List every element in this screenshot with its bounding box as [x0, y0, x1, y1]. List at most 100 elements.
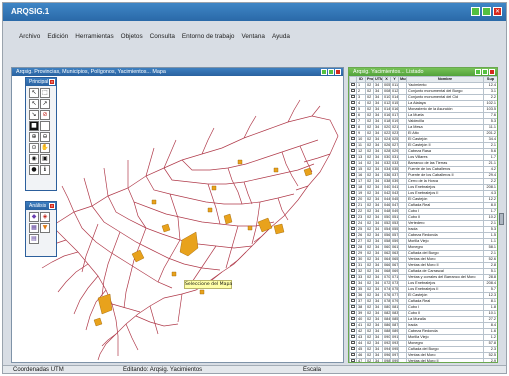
column-header[interactable]: UTM: [373, 76, 383, 83]
grid-icon[interactable]: ▦: [29, 223, 39, 233]
menu-edicion[interactable]: Edición: [47, 33, 68, 40]
row-checkbox[interactable]: [351, 341, 355, 344]
row-checkbox[interactable]: [351, 245, 355, 248]
table-cell: [398, 357, 407, 362]
layers-icon[interactable]: ◆: [29, 212, 39, 222]
menu-archivo[interactable]: Archivo: [19, 33, 40, 40]
row-checkbox[interactable]: [351, 137, 355, 140]
row-checkbox[interactable]: [351, 209, 355, 212]
row-checkbox[interactable]: [351, 347, 355, 350]
row-checkbox[interactable]: [351, 239, 355, 242]
table-close-button[interactable]: [489, 69, 495, 75]
pointer-edit-icon[interactable]: ↘: [29, 110, 39, 120]
row-checkbox[interactable]: [351, 323, 355, 326]
buffer-icon[interactable]: ◈: [40, 212, 50, 222]
analisis-palette-close-icon[interactable]: ×: [49, 203, 55, 209]
row-checkbox[interactable]: [351, 191, 355, 194]
row-checkbox[interactable]: [351, 227, 355, 230]
row-checkbox[interactable]: [351, 221, 355, 224]
zoom-out-icon[interactable]: ⊖: [40, 132, 50, 142]
row-checkbox[interactable]: [351, 107, 355, 110]
row-checkbox[interactable]: [351, 95, 355, 98]
minimize-button[interactable]: [471, 7, 480, 16]
map-canvas[interactable]: [12, 76, 343, 362]
arrow-select-icon[interactable]: ↖: [29, 88, 39, 98]
row-checkbox[interactable]: [351, 167, 355, 170]
row-checkbox[interactable]: [351, 83, 355, 86]
row-checkbox[interactable]: [351, 119, 355, 122]
row-checkbox[interactable]: [351, 353, 355, 356]
view-icon[interactable]: ▣: [40, 154, 50, 164]
principal-palette-title-bar[interactable]: Principal ×: [26, 78, 56, 86]
row-checkbox[interactable]: [351, 179, 355, 182]
close-button[interactable]: ✕: [493, 7, 502, 16]
row-checkbox[interactable]: [351, 161, 355, 164]
table-scrollbar-thumb[interactable]: [499, 213, 504, 225]
row-checkbox[interactable]: [351, 299, 355, 302]
black-square-icon[interactable]: ■: [29, 121, 39, 131]
table-cell: 094: [382, 345, 391, 353]
row-checkbox-cell[interactable]: [349, 357, 357, 362]
row-checkbox[interactable]: [351, 155, 355, 158]
menu-consulta[interactable]: Consulta: [150, 33, 175, 40]
zoom-extent-icon[interactable]: ⊙: [29, 143, 39, 153]
menu-ventana[interactable]: Ventana: [242, 33, 265, 40]
table-cell: 064: [382, 255, 391, 263]
row-checkbox[interactable]: [351, 257, 355, 260]
table-maximize-button[interactable]: [482, 69, 488, 75]
row-checkbox[interactable]: [351, 269, 355, 272]
row-checkbox[interactable]: [351, 197, 355, 200]
row-checkbox[interactable]: [351, 281, 355, 284]
column-header[interactable]: Prov: [365, 76, 374, 83]
row-checkbox[interactable]: [351, 233, 355, 236]
menu-entorno[interactable]: Entorno de trabajo: [182, 33, 235, 40]
row-checkbox[interactable]: [351, 185, 355, 188]
row-checkbox[interactable]: [351, 293, 355, 296]
pointer-info-icon[interactable]: ↖: [29, 99, 39, 109]
row-checkbox[interactable]: [351, 275, 355, 278]
maximize-button[interactable]: [482, 7, 491, 16]
row-checkbox[interactable]: [351, 335, 355, 338]
column-header[interactable]: Mun: [398, 76, 407, 83]
zoom-in-icon[interactable]: ⊕: [29, 132, 39, 142]
table-scroll-area[interactable]: IDProvUTMXYMunNombreSup 10234005011Yacim…: [349, 76, 497, 362]
target-icon[interactable]: ●: [29, 165, 39, 175]
row-checkbox[interactable]: [351, 125, 355, 128]
row-checkbox[interactable]: [351, 113, 355, 116]
info-icon[interactable]: ℹ: [40, 165, 50, 175]
row-checkbox[interactable]: [351, 143, 355, 146]
row-checkbox[interactable]: [351, 317, 355, 320]
map-minimize-button[interactable]: [321, 69, 327, 75]
row-checkbox[interactable]: [351, 173, 355, 176]
menu-objetos[interactable]: Objetos: [121, 33, 143, 40]
map-close-button[interactable]: [335, 69, 341, 75]
analisis-palette-title-bar[interactable]: Análisis ×: [26, 202, 56, 210]
area-select-icon[interactable]: ⬚: [40, 88, 50, 98]
list-icon[interactable]: ▤: [29, 234, 39, 244]
hand-pan-icon[interactable]: ✋: [40, 143, 50, 153]
row-checkbox[interactable]: [351, 89, 355, 92]
pointer-plus-icon[interactable]: ↗: [40, 99, 50, 109]
table-minimize-button[interactable]: [475, 69, 481, 75]
map-maximize-button[interactable]: [328, 69, 334, 75]
menu-ayuda[interactable]: Ayuda: [272, 33, 290, 40]
eye-icon[interactable]: ◉: [29, 154, 39, 164]
row-checkbox[interactable]: [351, 305, 355, 308]
principal-palette-close-icon[interactable]: ×: [49, 79, 55, 85]
row-checkbox[interactable]: [351, 287, 355, 290]
row-checkbox[interactable]: [351, 101, 355, 104]
row-checkbox[interactable]: [351, 215, 355, 218]
table-row[interactable]: 47 02 34 098 099 Ventas del Moro II 2.9: [349, 357, 497, 362]
menu-herramientas[interactable]: Herramientas: [75, 33, 113, 40]
no-entry-icon[interactable]: ⊘: [40, 110, 50, 120]
row-checkbox[interactable]: [351, 359, 355, 362]
row-checkbox[interactable]: [351, 251, 355, 254]
row-checkbox[interactable]: [351, 149, 355, 152]
blank-tool-icon[interactable]: [40, 121, 50, 131]
row-checkbox[interactable]: [351, 311, 355, 314]
row-checkbox[interactable]: [351, 203, 355, 206]
row-checkbox[interactable]: [351, 131, 355, 134]
filter-icon[interactable]: ▼: [40, 223, 50, 233]
row-checkbox[interactable]: [351, 329, 355, 332]
row-checkbox[interactable]: [351, 263, 355, 266]
